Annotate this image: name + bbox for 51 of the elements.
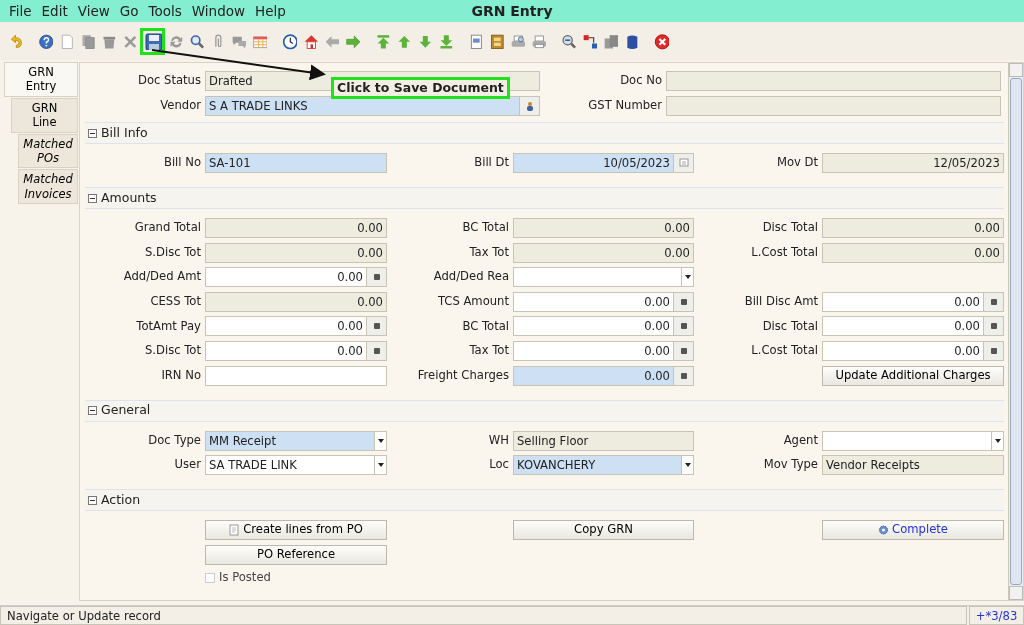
field-label: Bill Dt (473, 154, 509, 172)
checkbox-label: Is Posted (219, 569, 271, 587)
field-label: Doc No (619, 72, 662, 90)
section-title: Amounts (101, 188, 157, 207)
field-label: Tax Tot (468, 243, 509, 261)
section-title: General (101, 401, 151, 420)
field-label: Mov Dt (775, 154, 818, 172)
field-label: WH (487, 431, 509, 449)
readonly-field: 12/05/2023 (822, 153, 1004, 173)
field-label: GST Number (587, 97, 662, 115)
field-label: Freight Charges (416, 366, 509, 384)
field-label: Doc Status (136, 72, 201, 90)
readonly-field: 0.00 (822, 218, 1004, 238)
save-hint-tooltip: Click to Save Document (331, 77, 510, 99)
field-label: BC Total (461, 317, 509, 335)
section-title: Action (101, 490, 141, 509)
field-label: Disc Total (761, 317, 818, 335)
status-message: Navigate or Update record (0, 606, 967, 625)
field-label: Mov Type (762, 456, 818, 474)
field-label: Loc (488, 456, 509, 474)
field-label: Add/Ded Rea (432, 268, 509, 286)
field-label: L.Cost Total (750, 243, 818, 261)
record-counter: +*3/83 (969, 606, 1024, 625)
field-label: S.Disc Tot (143, 243, 201, 261)
field-label: Grand Total (133, 219, 201, 237)
field-label: User (173, 456, 201, 474)
field-label: Agent (782, 431, 818, 449)
field-label: Bill Disc Amt (743, 293, 818, 311)
section-title: Bill Info (101, 123, 148, 142)
readonly-field: 0.00 (205, 291, 387, 312)
readonly-field: 0.00 (205, 242, 387, 263)
field-label: Bill No (162, 154, 201, 172)
readonly-field: 0.00 (205, 218, 387, 238)
field-label: TCS Amount (436, 293, 509, 311)
field-label: Add/Ded Amt (122, 268, 201, 286)
readonly-field: 0.00 (513, 218, 694, 238)
field-label: Doc Type (147, 431, 201, 449)
readonly-field: 0.00 (513, 242, 694, 263)
field-label: S.Disc Tot (143, 342, 201, 360)
readonly-field: Selling Floor (513, 430, 694, 451)
field-label: Disc Total (761, 219, 818, 237)
readonly-field: 0.00 (822, 242, 1004, 263)
field-label: TotAmt Pay (135, 317, 201, 335)
readonly-field: Vendor Receipts (822, 455, 1004, 476)
field-label: BC Total (461, 219, 509, 237)
window-title: GRN Entry (471, 2, 553, 19)
field-label: CESS Tot (149, 293, 201, 311)
field-label: Tax Tot (468, 342, 509, 360)
field-label: IRN No (160, 366, 201, 384)
field-label: Vendor (159, 97, 201, 115)
field-label: L.Cost Total (750, 342, 818, 360)
